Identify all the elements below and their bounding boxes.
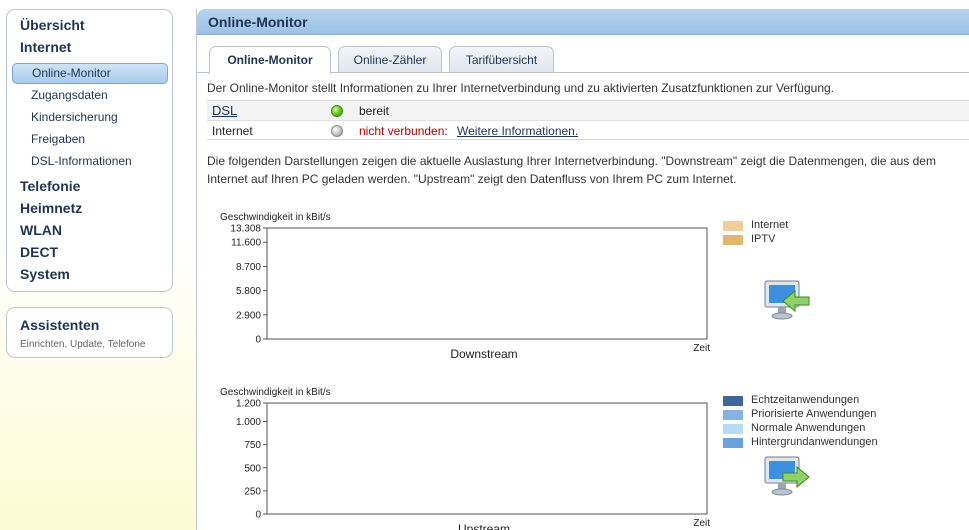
assistants-subtitle: Einrichten, Update, Telefone: [20, 339, 146, 350]
y-tick-label: 11.600: [231, 238, 261, 249]
upstream-chart: Geschwindigkeit in kBit/s 0 250 500 750 1.000…: [220, 387, 710, 530]
page-title: Online-Monitor: [197, 9, 969, 35]
legend-label: Hintergrundanwendungen: [751, 436, 878, 448]
y-axis-label: Geschwindigkeit in kBit/s: [220, 387, 331, 398]
legend-label: Echtzeitanwendungen: [751, 394, 860, 406]
status-led-grey-icon: [331, 125, 343, 137]
nav-wlan[interactable]: WLAN: [20, 222, 62, 238]
y-tick-label: 500: [244, 463, 261, 474]
internet-label: Internet: [212, 124, 253, 138]
nav-dsl-informationen[interactable]: DSL-Informationen: [31, 154, 132, 168]
x-axis-unit-label: Zeit: [693, 343, 710, 354]
legend-label: Normale Anwendungen: [751, 422, 866, 434]
status-led-green-icon: [331, 105, 343, 117]
plot-area: [266, 227, 708, 340]
y-tick-label: 250: [244, 486, 261, 497]
y-tick-label: 8.700: [236, 262, 261, 273]
more-info-link[interactable]: Weitere Informationen.: [457, 121, 578, 141]
legend-swatch: [723, 235, 743, 245]
y-axis-label: Geschwindigkeit in kBit/s: [220, 212, 331, 223]
charts-description: Die folgenden Darstellungen zeigen die a…: [207, 154, 936, 186]
status-table: DSL bereit Internet nicht verbunden: Wei…: [207, 100, 969, 140]
y-tick-label: 0: [255, 335, 261, 346]
x-axis-label: Downstream: [450, 347, 517, 361]
y-tick-label: 2.900: [236, 310, 261, 321]
tab-online-zaehler[interactable]: Online-Zähler: [338, 46, 442, 73]
x-axis-label: Upstream: [458, 522, 510, 530]
x-axis-unit-label: Zeit: [693, 518, 710, 529]
assistants-title[interactable]: Assistenten: [20, 317, 99, 333]
legend-swatch: [723, 424, 743, 434]
y-tick-label: 750: [244, 440, 261, 451]
upstream-monitor-icon: [763, 453, 813, 506]
downstream-chart: Geschwindigkeit in kBit/s 0 2.900 5.800 8.70…: [220, 212, 710, 361]
nav-telefonie[interactable]: Telefonie: [20, 178, 80, 194]
legend-label: Internet: [751, 219, 789, 231]
plot-area: [266, 402, 708, 515]
nav-zugangsdaten[interactable]: Zugangsdaten: [31, 88, 108, 102]
status-row-internet: Internet nicht verbunden: Weitere Inform…: [207, 120, 969, 140]
tab-online-monitor[interactable]: Online-Monitor: [209, 46, 331, 74]
y-tick-label: 1.000: [236, 417, 261, 428]
y-tick-label: 5.800: [236, 286, 261, 297]
legend-swatch: [723, 438, 743, 448]
legend-label: Priorisierte Anwendungen: [751, 408, 877, 420]
main-panel: Online-Monitor Online-Monitor Online-Zäh…: [196, 9, 969, 530]
y-tick-label: 13.308: [230, 224, 261, 235]
dsl-status-text: bereit: [359, 104, 390, 118]
y-tick-label: 1.200: [236, 399, 261, 410]
nav-kindersicherung[interactable]: Kindersicherung: [31, 110, 118, 124]
downstream-monitor-icon: [763, 277, 813, 330]
legend-swatch: [723, 396, 743, 406]
internet-status-text: nicht verbunden:: [359, 124, 448, 138]
nav-online-monitor[interactable]: Online-Monitor: [12, 63, 168, 84]
legend-swatch: [723, 221, 743, 231]
nav-freigaben[interactable]: Freigaben: [31, 132, 85, 146]
nav-system[interactable]: System: [20, 266, 70, 282]
legend-label: IPTV: [751, 233, 776, 245]
tab-tarifuebersicht[interactable]: Tarifübersicht: [449, 46, 554, 73]
status-row-dsl: DSL bereit: [207, 100, 969, 120]
nav-internet[interactable]: Internet: [20, 39, 71, 55]
y-tick-label: 0: [255, 510, 261, 521]
assistants-box[interactable]: Assistenten Einrichten, Update, Telefone: [6, 307, 173, 358]
nav-dect[interactable]: DECT: [20, 244, 58, 260]
legend-swatch: [723, 410, 743, 420]
intro-text: Der Online-Monitor stellt Informationen …: [207, 81, 835, 95]
nav-uebersicht[interactable]: Übersicht: [20, 17, 85, 33]
dsl-link[interactable]: DSL: [212, 101, 237, 121]
sidebar-nav: Übersicht Internet Online-Monitor Zugang…: [6, 9, 173, 292]
nav-heimnetz[interactable]: Heimnetz: [20, 200, 82, 216]
